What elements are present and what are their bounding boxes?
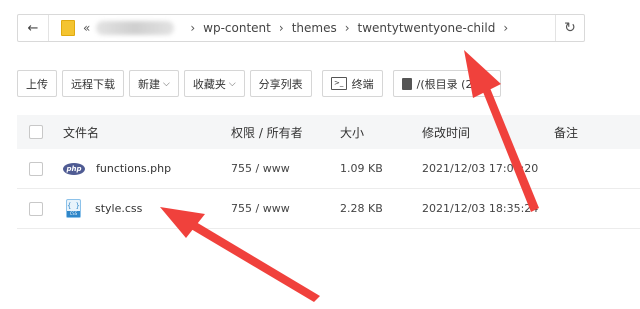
css-icon-braces: { } xyxy=(67,202,80,210)
permission-cell[interactable]: 755 / www xyxy=(231,162,290,175)
address-bar[interactable]: ← « › wp-content › themes › twentytwenty… xyxy=(17,14,585,42)
breadcrumb-separator: › xyxy=(278,21,284,35)
css-file-icon: { } CSS xyxy=(66,199,81,218)
arrow-left-icon: ← xyxy=(27,20,39,36)
new-dropdown-button[interactable]: 新建 ⌵ xyxy=(129,70,179,97)
upload-label: 上传 xyxy=(26,77,48,91)
breadcrumb-separator: › xyxy=(503,21,509,35)
file-table: 文件名 权限 / 所有者 大小 修改时间 备注 php functions.ph… xyxy=(17,115,640,229)
terminal-label: 终端 xyxy=(351,77,374,91)
file-name-cell: php functions.php xyxy=(63,162,171,175)
file-name[interactable]: functions.php xyxy=(96,162,171,175)
disk-label: /(根目录 (23G) xyxy=(416,77,493,91)
breadcrumb: › wp-content › themes › twentytwentyone-… xyxy=(182,21,516,35)
breadcrumb-separator: › xyxy=(190,21,196,35)
terminal-icon: >_ xyxy=(330,77,347,90)
back-button[interactable]: ← xyxy=(18,15,49,41)
table-row[interactable]: php functions.php 755 / www 1.09 KB 2021… xyxy=(17,149,640,189)
header-note[interactable]: 备注 xyxy=(554,124,578,141)
refresh-button[interactable]: ↻ xyxy=(555,15,584,41)
file-name[interactable]: style.css xyxy=(95,202,142,215)
share-list-label: 分享列表 xyxy=(258,77,303,91)
terminal-button[interactable]: >_ 终端 xyxy=(321,70,383,97)
row-checkbox[interactable] xyxy=(29,201,43,216)
modified-cell: 2021/12/03 18:35:24 xyxy=(422,202,539,215)
favorites-dropdown-button[interactable]: 收藏夹 ⌵ xyxy=(183,70,245,97)
css-icon-label: CSS xyxy=(67,211,80,217)
collapsed-path-indicator[interactable]: « xyxy=(83,21,90,35)
new-label: 新建 xyxy=(138,77,160,91)
php-file-icon: php xyxy=(63,162,85,175)
blurred-path-segment xyxy=(96,21,175,35)
favorites-label: 收藏夹 xyxy=(192,77,226,91)
permission-cell[interactable]: 755 / www xyxy=(231,202,290,215)
folder-icon xyxy=(61,20,75,36)
header-modified[interactable]: 修改时间 xyxy=(422,124,470,141)
table-row[interactable]: { } CSS style.css 755 / www 2.28 KB 2021… xyxy=(17,189,640,229)
upload-button[interactable]: 上传 xyxy=(17,70,57,97)
chevron-down-icon: ⌵ xyxy=(163,78,170,89)
row-checkbox[interactable] xyxy=(29,161,43,176)
refresh-icon: ↻ xyxy=(564,20,576,36)
breadcrumb-wp-content[interactable]: wp-content xyxy=(203,21,271,35)
disk-icon xyxy=(401,77,412,90)
breadcrumb-separator: › xyxy=(344,21,350,35)
disk-button[interactable]: /(根目录 (23G) xyxy=(392,70,502,97)
select-all-checkbox[interactable] xyxy=(29,125,43,139)
table-header: 文件名 权限 / 所有者 大小 修改时间 备注 xyxy=(17,115,640,149)
modified-cell: 2021/12/03 17:00:20 xyxy=(422,162,539,175)
remote-download-label: 远程下载 xyxy=(71,77,115,91)
remote-download-button[interactable]: 远程下载 xyxy=(62,70,124,97)
breadcrumb-themes[interactable]: themes xyxy=(292,21,337,35)
file-name-cell: { } CSS style.css xyxy=(63,199,142,218)
header-size[interactable]: 大小 xyxy=(340,124,364,141)
header-permission[interactable]: 权限 / 所有者 xyxy=(231,124,303,141)
chevron-down-icon: ⌵ xyxy=(228,78,236,89)
file-toolbar: 上传 远程下载 新建 ⌵ 收藏夹 ⌵ 分享列表 >_ 终端 /(根目录 (23G) xyxy=(17,70,506,97)
breadcrumb-twentytwentyone-child[interactable]: twentytwentyone-child xyxy=(358,21,496,35)
size-cell: 1.09 KB xyxy=(340,162,383,175)
share-list-button[interactable]: 分享列表 xyxy=(249,70,312,97)
header-name[interactable]: 文件名 xyxy=(63,124,99,141)
arrow-shaft xyxy=(191,222,320,302)
size-cell: 2.28 KB xyxy=(340,202,383,215)
